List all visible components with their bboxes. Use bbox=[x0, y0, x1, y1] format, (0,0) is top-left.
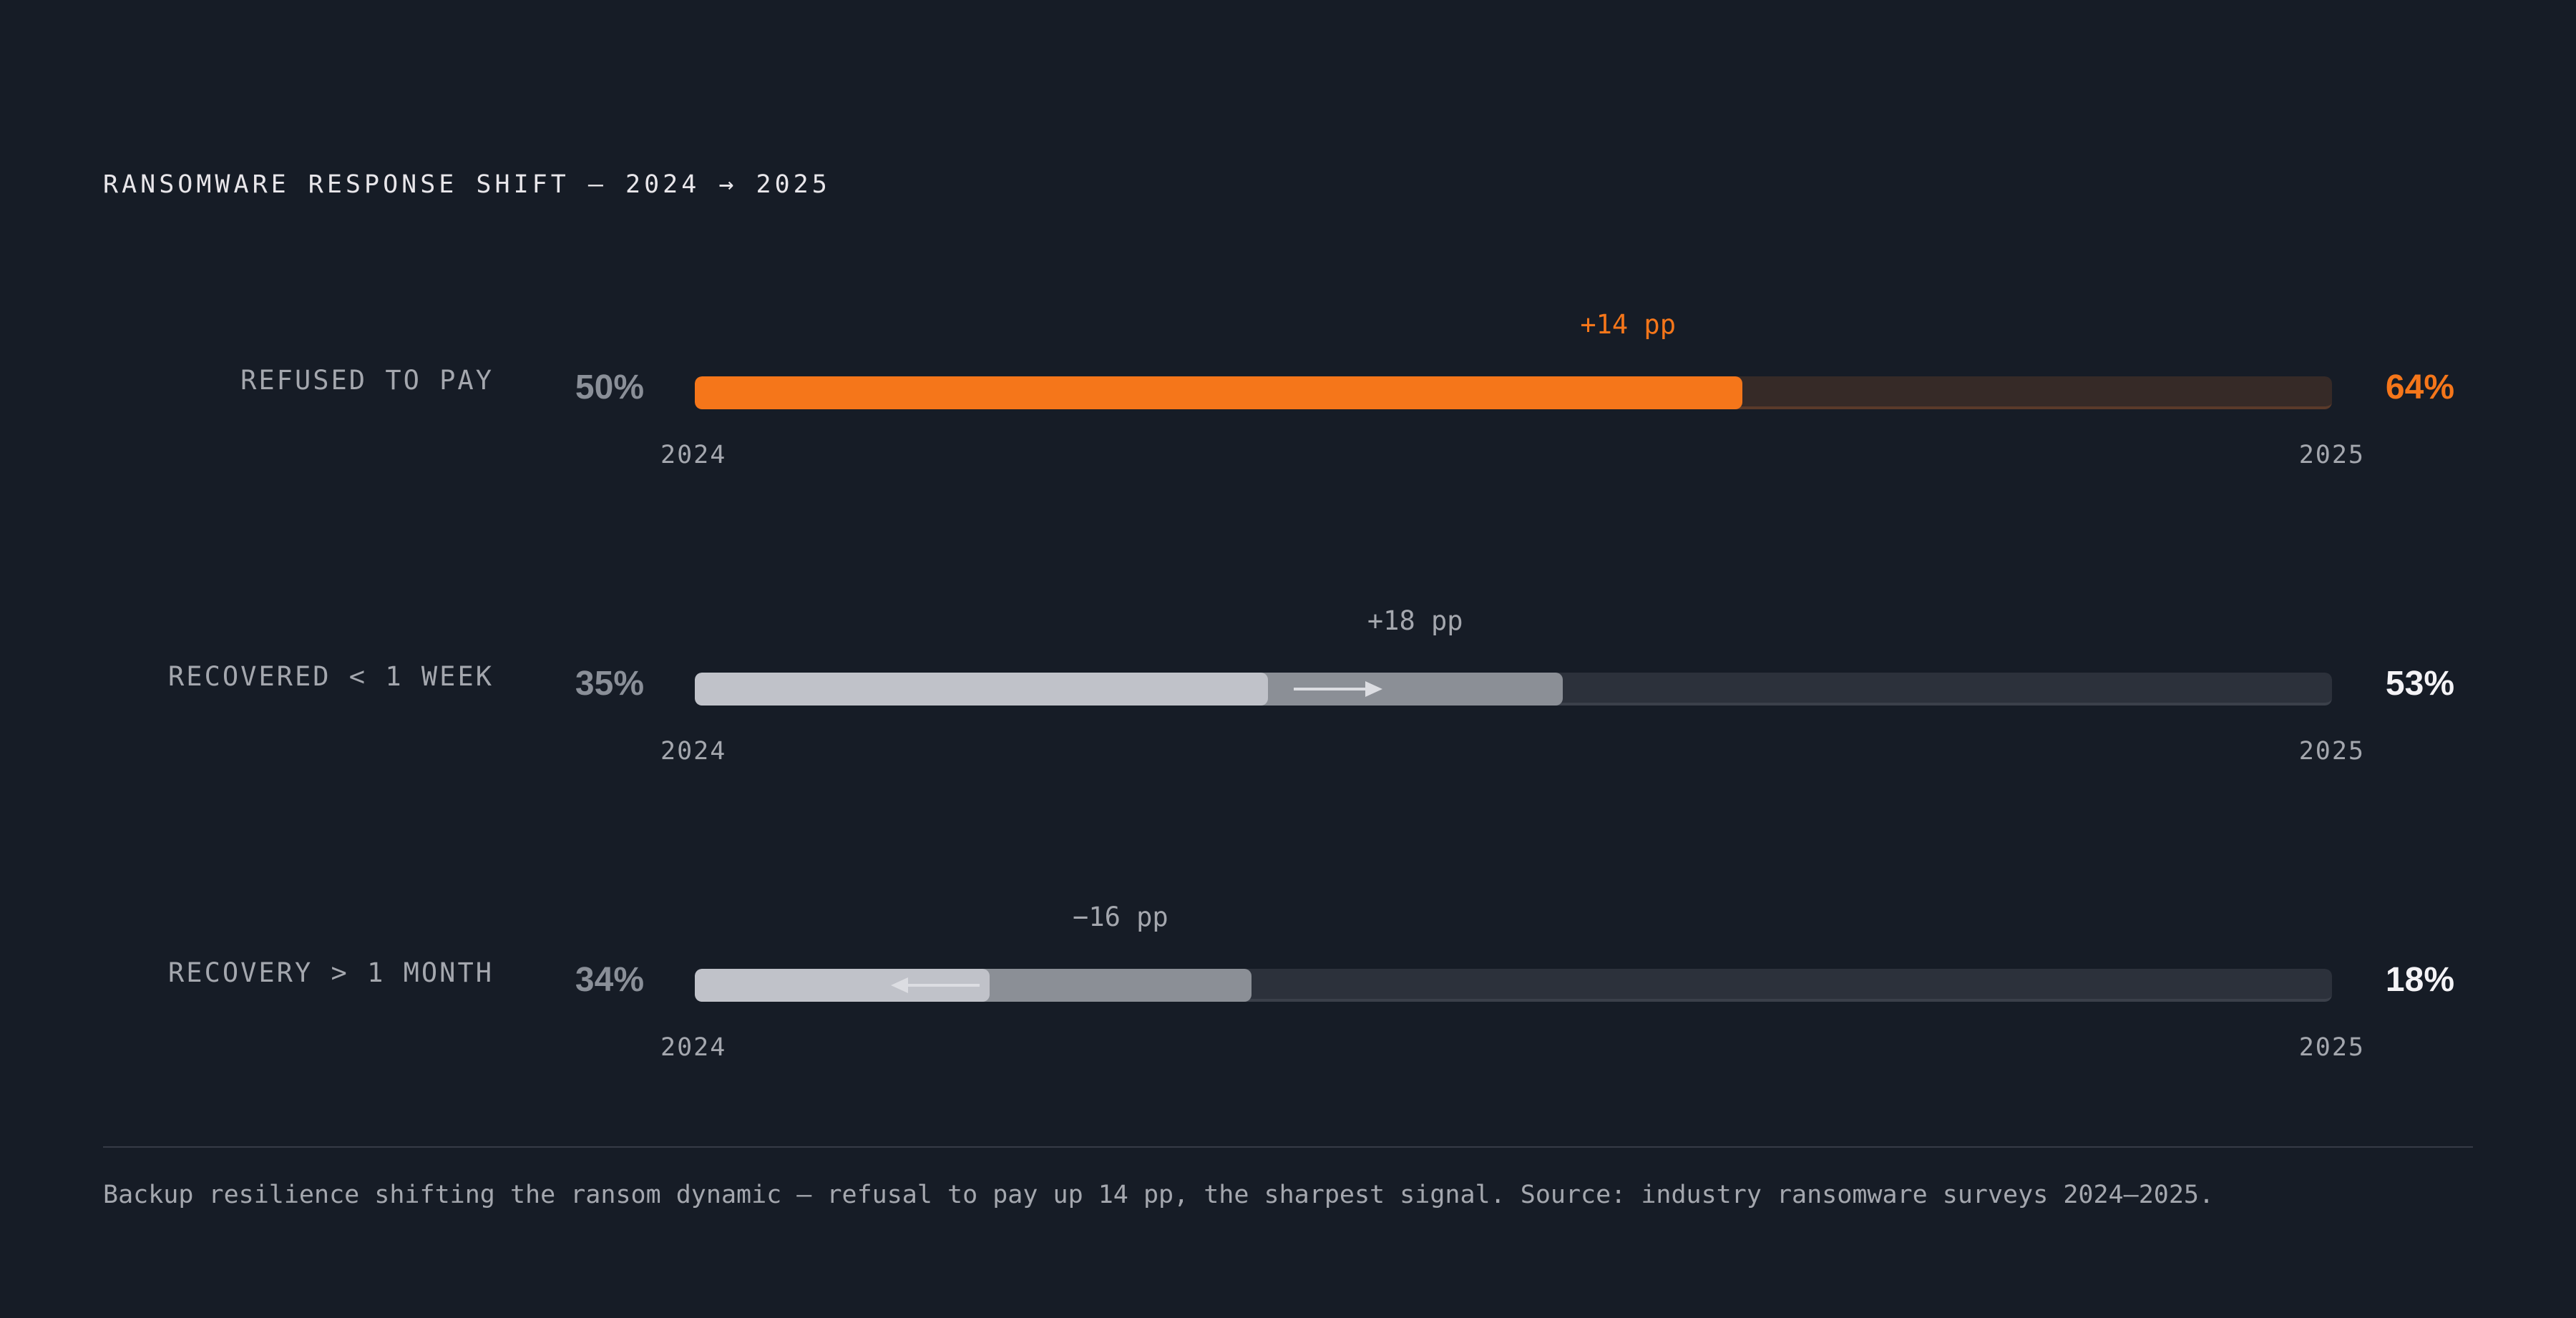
start-year-label: 2024 bbox=[660, 1033, 727, 1062]
end-year-label: 2025 bbox=[2298, 1033, 2365, 1062]
arrow-head bbox=[1365, 681, 1382, 697]
start-value-label: 50% bbox=[575, 368, 644, 406]
row-recovered-under-1-week: RECOVERED < 1 WEEK 35% +18 pp 53% 2024 2… bbox=[0, 572, 2576, 766]
row-label: RECOVERY > 1 MONTH bbox=[168, 957, 494, 988]
start-value-label: 34% bbox=[575, 961, 644, 999]
delta-label: +14 pp bbox=[1580, 309, 1676, 340]
end-value-label: 53% bbox=[2385, 665, 2454, 703]
row-label: RECOVERED < 1 WEEK bbox=[168, 661, 494, 692]
end-year-label: 2025 bbox=[2298, 441, 2365, 469]
end-value-bar bbox=[695, 376, 1743, 409]
start-year-label: 2024 bbox=[660, 737, 727, 766]
delta-label: +18 pp bbox=[1367, 605, 1463, 636]
row-refused-to-pay: REFUSED TO PAY 50% +14 pp 64% 2024 2025 bbox=[0, 276, 2576, 469]
start-value-label: 35% bbox=[575, 665, 644, 703]
end-year-label: 2025 bbox=[2298, 737, 2365, 766]
footnote: Backup resilience shifting the ransom dy… bbox=[103, 1181, 2215, 1209]
change-arrow-icon bbox=[1293, 681, 1382, 697]
arrow-head bbox=[890, 977, 908, 993]
footer-divider bbox=[103, 1146, 2473, 1148]
end-value-label: 18% bbox=[2385, 961, 2454, 999]
end-value-label: 64% bbox=[2385, 368, 2454, 406]
row-label: REFUSED TO PAY bbox=[240, 365, 494, 396]
bar-track bbox=[695, 673, 2332, 706]
start-value-bar bbox=[695, 673, 1268, 706]
start-year-label: 2024 bbox=[660, 441, 727, 469]
chart-title: RANSOMWARE RESPONSE SHIFT — 2024 → 2025 bbox=[103, 170, 831, 199]
bar-track bbox=[695, 376, 2332, 409]
row-recovery-over-1-month: RECOVERY > 1 MONTH 34% −16 pp 18% 2024 2… bbox=[0, 869, 2576, 1062]
delta-label: −16 pp bbox=[1073, 902, 1169, 932]
change-arrow-icon bbox=[890, 977, 980, 993]
